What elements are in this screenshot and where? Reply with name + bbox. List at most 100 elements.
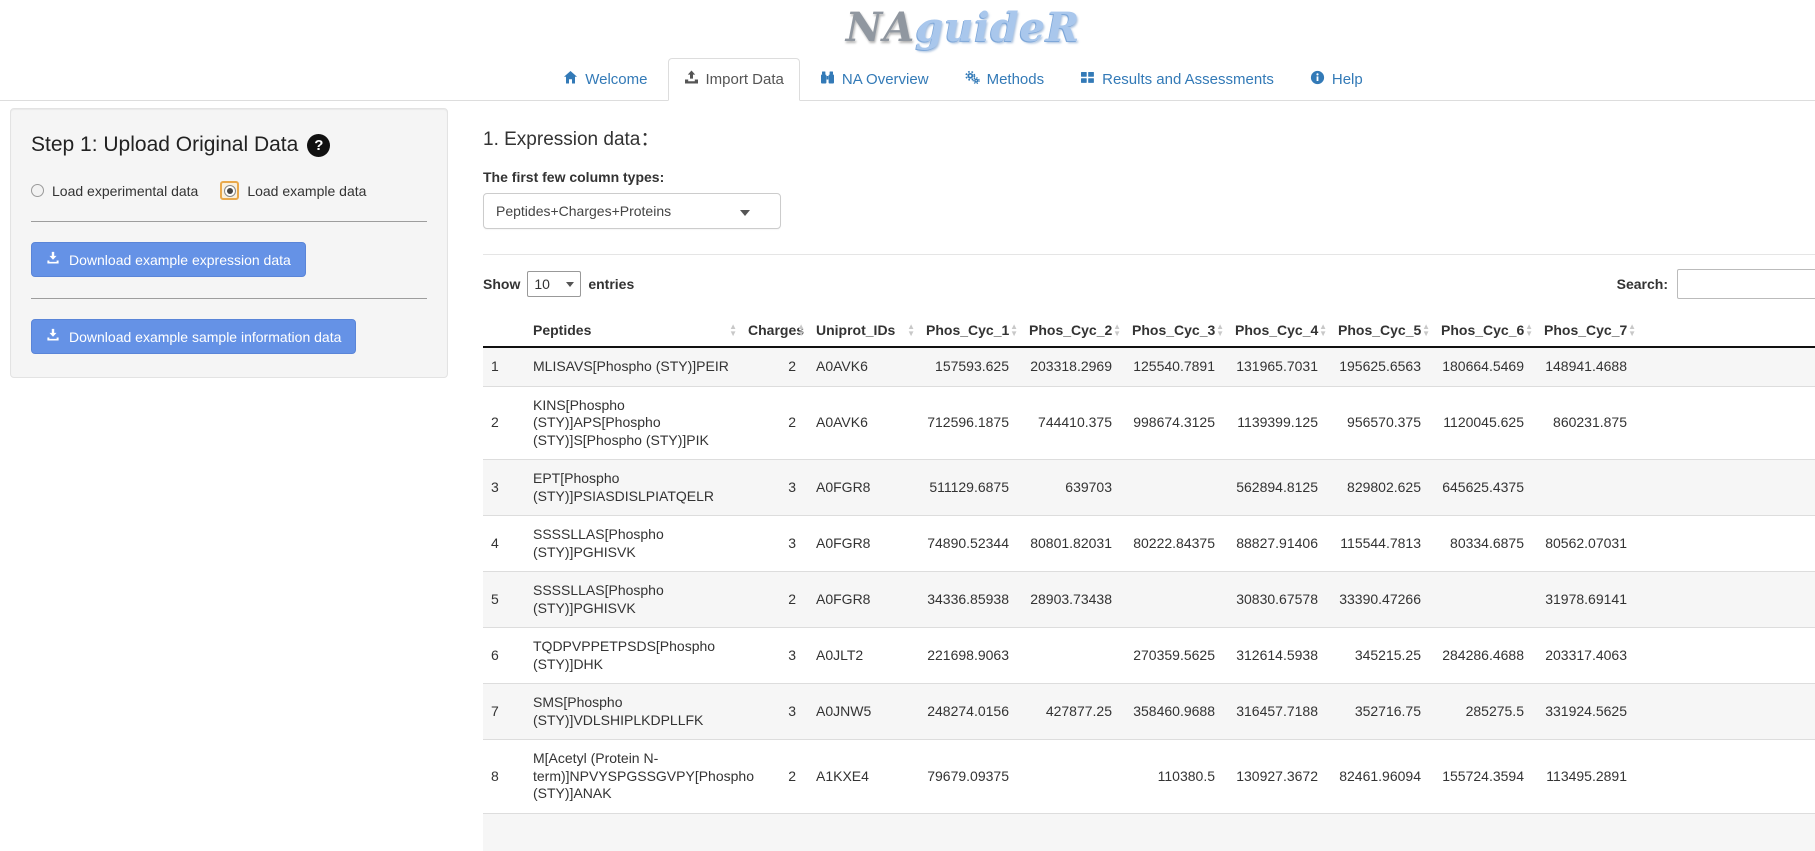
cell-filler	[1639, 813, 1815, 851]
tab-import-data[interactable]: Import Data	[668, 58, 800, 101]
table-row: 1MLISAVS[Phospho (STY)]PEIR2A0AVK6157593…	[483, 347, 1815, 386]
cell-intensity-value	[918, 813, 1021, 851]
cell-charges: 2	[740, 347, 808, 386]
table-row: 6TQDPVPPETPSDS[Phospho (STY)]DHK3A0JLT22…	[483, 628, 1815, 684]
cell-intensity-value: 1120045.625	[1433, 386, 1536, 460]
datatable-controls: Show 10 entries Search:	[483, 269, 1815, 299]
cell-row-number: 4	[483, 516, 525, 572]
cell-uniprot-id: A0AVK6	[808, 386, 918, 460]
cell-intensity-value: 130927.3672	[1227, 740, 1330, 814]
header-filler	[1639, 314, 1815, 347]
cell-intensity-value: 155724.3594	[1433, 740, 1536, 814]
cell-intensity-value	[1124, 460, 1227, 516]
main-area: 1. Expression data： The first few column…	[483, 108, 1815, 851]
column-types-label: The first few column types:	[483, 169, 1815, 185]
table-body: 1MLISAVS[Phospho (STY)]PEIR2A0AVK6157593…	[483, 347, 1815, 851]
cell-intensity-value: 562894.8125	[1227, 460, 1330, 516]
cell-row-number: 1	[483, 347, 525, 386]
cell-uniprot-id: A0FGR8	[808, 572, 918, 628]
page-length-control: Show 10 entries	[483, 271, 634, 297]
sort-icon: ▲▼	[797, 323, 805, 337]
header-phos-cyc-3[interactable]: Phos_Cyc_3▲▼	[1124, 314, 1227, 347]
cell-intensity-value: 148941.4688	[1536, 347, 1639, 386]
upload-panel: Step 1: Upload Original Data ? Load expe…	[10, 108, 448, 378]
cell-peptide: M[Acetyl (Protein N-term)]NPVYSPGSSGVPY[…	[525, 740, 740, 814]
cell-intensity-value: 80562.07031	[1536, 516, 1639, 572]
header-phos-cyc-5[interactable]: Phos_Cyc_5▲▼	[1330, 314, 1433, 347]
header-phos-cyc-6[interactable]: Phos_Cyc_6▲▼	[1433, 314, 1536, 347]
tab-results-assessments[interactable]: Results and Assessments	[1064, 58, 1290, 101]
header-uniprot-ids[interactable]: Uniprot_IDs▲▼	[808, 314, 918, 347]
cell-peptide: TQDPVPPETPSDS[Phospho (STY)]DHK	[525, 628, 740, 684]
download-sample-info-button[interactable]: Download example sample information data	[31, 319, 356, 354]
radio-load-experimental[interactable]: Load experimental data	[31, 183, 198, 199]
cell-intensity-value	[1536, 813, 1639, 851]
cell-intensity-value	[1433, 813, 1536, 851]
cell-filler	[1639, 628, 1815, 684]
cell-filler	[1639, 460, 1815, 516]
tab-welcome[interactable]: Welcome	[547, 58, 663, 101]
tab-label: Welcome	[585, 71, 647, 88]
entries-label: entries	[588, 276, 634, 292]
cell-intensity-value: 195625.6563	[1330, 347, 1433, 386]
cell-intensity-value: 645625.4375	[1433, 460, 1536, 516]
show-entries-select[interactable]: 10	[527, 271, 581, 297]
sort-icon: ▲▼	[1628, 323, 1636, 337]
expression-section-title: 1. Expression data：	[483, 124, 1815, 151]
cell-filler	[1639, 572, 1815, 628]
table-row: 2KINS[Phospho (STY)]APS[Phospho (STY)]S[…	[483, 386, 1815, 460]
data-source-radio-group: Load experimental data Load example data	[31, 181, 427, 200]
button-label: Download example sample information data	[69, 329, 341, 345]
question-icon[interactable]: ?	[307, 134, 330, 157]
download-icon	[46, 328, 60, 345]
tab-help[interactable]: Help	[1294, 58, 1379, 101]
cell-intensity-value: 125540.7891	[1124, 347, 1227, 386]
cell-uniprot-id: A0FGR8	[808, 460, 918, 516]
header-phos-cyc-4[interactable]: Phos_Cyc_4▲▼	[1227, 314, 1330, 347]
cell-row-number: 2	[483, 386, 525, 460]
cell-intensity-value: 80334.6875	[1433, 516, 1536, 572]
cell-intensity-value: 221698.9063	[918, 628, 1021, 684]
cell-intensity-value: 427877.25	[1021, 684, 1124, 740]
cell-intensity-value: 712596.1875	[918, 386, 1021, 460]
cell-intensity-value: 352716.75	[1330, 684, 1433, 740]
cell-charges	[740, 813, 808, 851]
cell-peptide: SMS[Phospho (STY)]VDLSHIPLKDPLLFK	[525, 684, 740, 740]
column-types-selected-value: Peptides+Charges+Proteins	[496, 203, 671, 219]
radio-load-example[interactable]: Load example data	[220, 181, 366, 200]
expression-data-table: Peptides▲▼ Charges▲▼ Uniprot_IDs▲▼ Phos_…	[483, 314, 1815, 851]
section-divider	[483, 254, 1815, 255]
table-row	[483, 813, 1815, 851]
tab-label: Results and Assessments	[1102, 71, 1274, 88]
cell-filler	[1639, 516, 1815, 572]
header-phos-cyc-2[interactable]: Phos_Cyc_2▲▼	[1021, 314, 1124, 347]
cell-row-number: 6	[483, 628, 525, 684]
gears-icon	[965, 70, 980, 89]
header-phos-cyc-1[interactable]: Phos_Cyc_1▲▼	[918, 314, 1021, 347]
table-icon	[1080, 70, 1095, 89]
cell-intensity-value: 110380.5	[1124, 740, 1227, 814]
header-charges[interactable]: Charges▲▼	[740, 314, 808, 347]
header-phos-cyc-7[interactable]: Phos_Cyc_7▲▼	[1536, 314, 1639, 347]
search-input[interactable]	[1677, 269, 1815, 299]
step1-title-text: Step 1: Upload Original Data	[31, 133, 298, 157]
cell-peptide: SSSSLLAS[Phospho (STY)]PGHISVK	[525, 572, 740, 628]
cell-intensity-value	[1124, 813, 1227, 851]
radio-label: Load experimental data	[52, 183, 198, 199]
cell-uniprot-id: A0JNW5	[808, 684, 918, 740]
table-row: 4SSSSLLAS[Phospho (STY)]PGHISVK3A0FGR874…	[483, 516, 1815, 572]
cell-intensity-value: 345215.25	[1330, 628, 1433, 684]
column-types-select[interactable]: Peptides+Charges+Proteins	[483, 193, 781, 229]
sort-icon: ▲▼	[907, 323, 915, 337]
cell-peptide: SSSSLLAS[Phospho (STY)]PGHISVK	[525, 516, 740, 572]
app-logo: NAguideR	[0, 0, 1815, 52]
radio-label: Load example data	[247, 183, 366, 199]
header-peptides[interactable]: Peptides▲▼	[525, 314, 740, 347]
cell-intensity-value	[1227, 813, 1330, 851]
tab-na-overview[interactable]: NA Overview	[804, 58, 945, 101]
cell-intensity-value: 28903.73438	[1021, 572, 1124, 628]
button-label: Download example expression data	[69, 252, 291, 268]
chevron-down-icon	[566, 282, 574, 287]
tab-methods[interactable]: Methods	[949, 58, 1061, 101]
download-expression-button[interactable]: Download example expression data	[31, 242, 306, 277]
